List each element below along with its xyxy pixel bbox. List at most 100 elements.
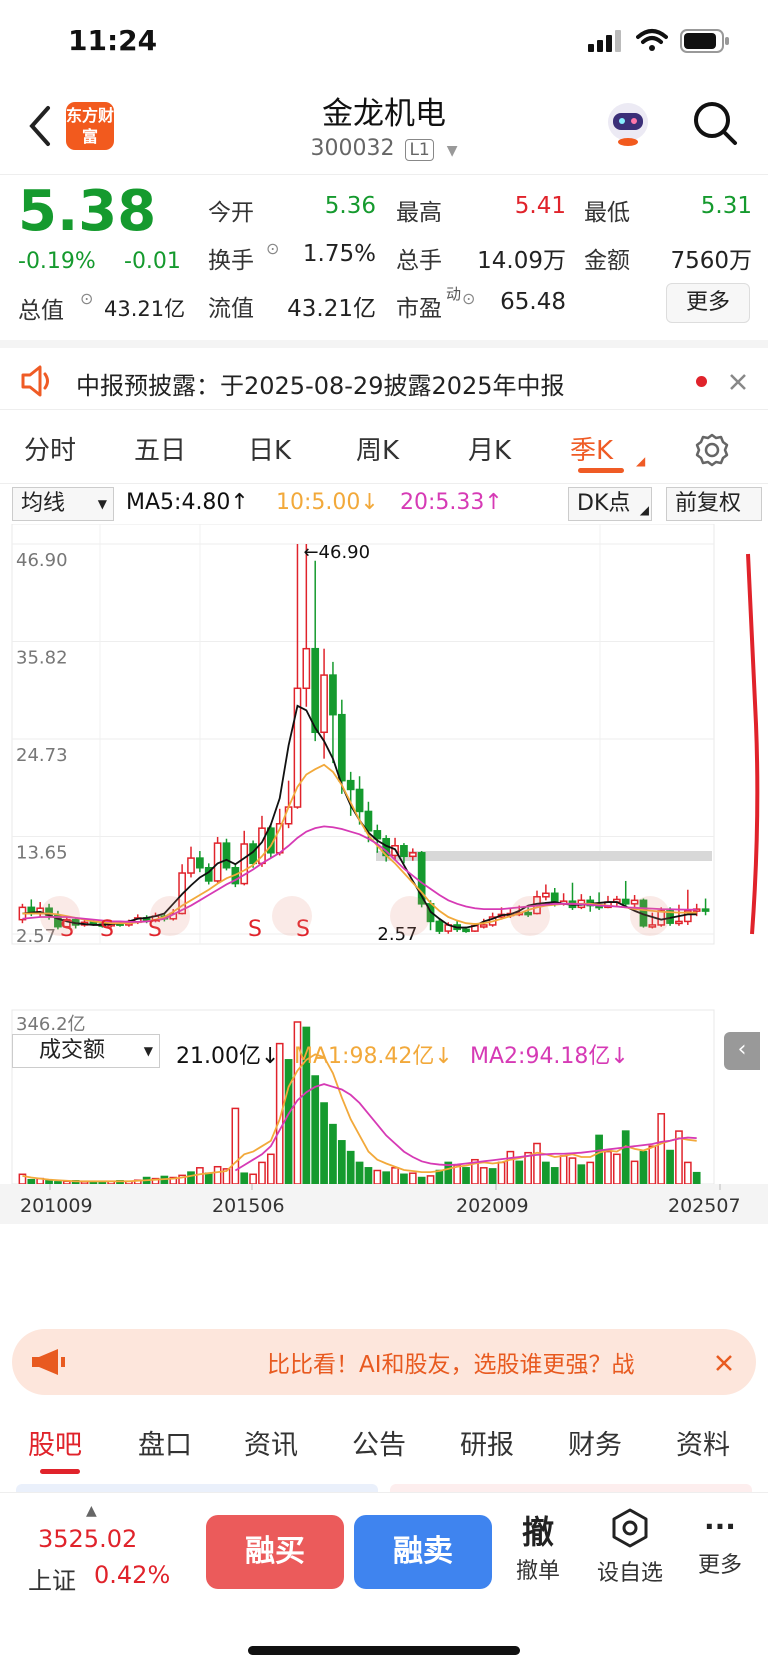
notice-bar[interactable]: 中报预披露：于2025-08-29披露2025年中报 <box>0 340 768 410</box>
index-change: 0.42% <box>94 1561 171 1589</box>
ma20-value: 20:5.33↑ <box>400 490 503 515</box>
content-tabs: 股吧 盘口 资讯 公告 研报 财务 资料 <box>0 1405 768 1477</box>
indicator-selector-label: 均线 <box>21 491 66 516</box>
candle-body <box>364 810 373 832</box>
volume-selector[interactable]: 成交额 ▼ <box>12 1034 160 1068</box>
volume-bar <box>479 1167 488 1185</box>
speaker-icon <box>21 365 49 397</box>
candle-body <box>542 892 550 898</box>
candle-body <box>621 898 630 905</box>
unread-dot <box>696 376 707 387</box>
info-dots-icon[interactable]: ⊙ <box>266 239 279 258</box>
candle-body <box>346 779 355 791</box>
stock-code: 300032 <box>310 136 395 161</box>
close-icon[interactable] <box>728 372 748 392</box>
volume-legend-bar: 成交额 ▼ 21.00亿↓ MA1:98.42亿↓ MA2:94.18亿↓ ‹ <box>0 1030 768 1070</box>
tab-research[interactable]: 研报 <box>460 1423 514 1462</box>
robot-assistant-icon[interactable] <box>604 98 652 148</box>
volume-bar <box>213 1165 222 1185</box>
tab-intraday[interactable]: 分时 <box>24 430 76 467</box>
mktcap-label: 总值 <box>18 298 64 324</box>
volume-bar <box>426 1175 435 1185</box>
volume-bar <box>196 1167 204 1185</box>
candle-body <box>408 852 417 858</box>
home-indicator[interactable] <box>248 1646 520 1655</box>
tab-financials[interactable]: 财务 <box>568 1423 622 1462</box>
volume-bar <box>462 1167 470 1185</box>
dk-point-button[interactable]: DK点 ◢ <box>568 487 652 521</box>
candle-body <box>240 843 249 885</box>
cancel-label: 撤单 <box>515 1559 560 1584</box>
active-subtab-indicator <box>40 1469 80 1474</box>
candle-body <box>320 674 328 734</box>
volume-bar <box>533 1142 541 1185</box>
margin-sell-button[interactable]: 融卖 <box>354 1515 492 1589</box>
volume-bar <box>550 1167 559 1185</box>
gear-icon[interactable] <box>694 432 730 468</box>
x-tick-label: 202507 <box>668 1195 741 1217</box>
dk-point-marker <box>40 896 80 936</box>
y-tick-label: 13.65 <box>16 843 68 864</box>
collapse-panel-icon[interactable]: ‹ <box>724 1032 760 1070</box>
tab-profile[interactable]: 资料 <box>676 1423 730 1462</box>
stock-name: 金龙机电 <box>322 96 446 132</box>
candle-body <box>400 845 408 858</box>
cancel-icon: 撤 <box>521 1513 554 1551</box>
volume-bar <box>231 1107 240 1185</box>
volume-bar <box>515 1160 524 1185</box>
cancel-order-button[interactable]: 撤 撤单 <box>510 1507 566 1585</box>
bottom-toolbar: ▲ 3525.02 上证 0.42% 融买 融卖 撤 撤单 设自选 ··· 更多 <box>0 1492 768 1663</box>
volume-bar <box>559 1155 568 1185</box>
candle-body <box>435 920 444 932</box>
pe-dynamic-mark: 动 <box>446 285 462 303</box>
tab-five-day[interactable]: 五日 <box>134 430 186 467</box>
low-value: 5.31 <box>700 193 752 219</box>
tab-monthly-k[interactable]: 月K <box>468 430 511 467</box>
last-price: 5.38 <box>18 179 157 244</box>
adjust-button[interactable]: 前复权 <box>666 487 762 521</box>
dropdown-arrow-icon: ▼ <box>97 497 107 511</box>
dk-point-marker <box>150 896 190 936</box>
more-quote-button[interactable]: 更多 <box>666 283 750 323</box>
ai-promo-bar[interactable]: 比比看！AI和股友，选股谁更强？战 <box>12 1329 756 1395</box>
period-tabs: 分时 五日 日K 周K 月K 季K ◢ <box>0 418 768 484</box>
volume-bar <box>612 1153 621 1185</box>
candle-body <box>329 674 337 716</box>
indicator-selector[interactable]: 均线 ▼ <box>12 487 114 521</box>
active-tab-indicator <box>578 468 624 473</box>
tab-announcements[interactable]: 公告 <box>352 1423 406 1462</box>
tab-news[interactable]: 资讯 <box>244 1423 298 1462</box>
wifi-icon <box>636 29 668 51</box>
margin-buy-button[interactable]: 融买 <box>206 1515 344 1589</box>
tab-guba[interactable]: 股吧 <box>28 1423 82 1462</box>
stock-code-row[interactable]: 300032 L1 ▼ <box>0 136 768 161</box>
volume-bar <box>258 1161 266 1185</box>
hexagon-settings-icon <box>612 1508 648 1548</box>
candle-body <box>284 806 293 825</box>
more-menu-button[interactable]: ··· 更多 <box>690 1507 750 1579</box>
x-tick-label: 201506 <box>212 1195 285 1217</box>
kline-chart[interactable]: 46.9035.8224.7313.652.57←46.902.57SSSSS … <box>0 524 768 1314</box>
volume-bar <box>160 1175 169 1185</box>
tab-weekly-k[interactable]: 周K <box>356 430 399 467</box>
volume-value: 21.00亿↓ <box>176 1044 280 1069</box>
close-icon[interactable] <box>714 1353 734 1373</box>
expand-up-icon[interactable]: ▲ <box>86 1503 97 1519</box>
add-watchlist-button[interactable]: 设自选 <box>590 1507 670 1587</box>
tab-quarterly-k[interactable]: 季K <box>570 430 613 467</box>
info-dots-icon[interactable]: ⊙ <box>462 289 475 308</box>
tab-daily-k[interactable]: 日K <box>248 430 291 467</box>
index-value[interactable]: 3525.02 <box>38 1525 137 1553</box>
tab-orderbook[interactable]: 盘口 <box>138 1423 192 1462</box>
level-badge: L1 <box>405 139 434 161</box>
volume-bar <box>435 1169 444 1185</box>
volume-bar <box>488 1168 497 1185</box>
high-value: 5.41 <box>514 193 566 219</box>
search-icon[interactable] <box>692 100 738 146</box>
volume-bar <box>346 1150 355 1185</box>
ma10-value: 10:5.00↓ <box>276 490 379 515</box>
candle-body <box>311 647 320 734</box>
info-dots-icon[interactable]: ⊙ <box>80 289 93 308</box>
dk-point-marker <box>510 896 550 936</box>
ma-legend-bar: 均线 ▼ MA5:4.80↑ 10:5.00↓ 20:5.33↑ DK点 ◢ 前… <box>0 484 768 524</box>
